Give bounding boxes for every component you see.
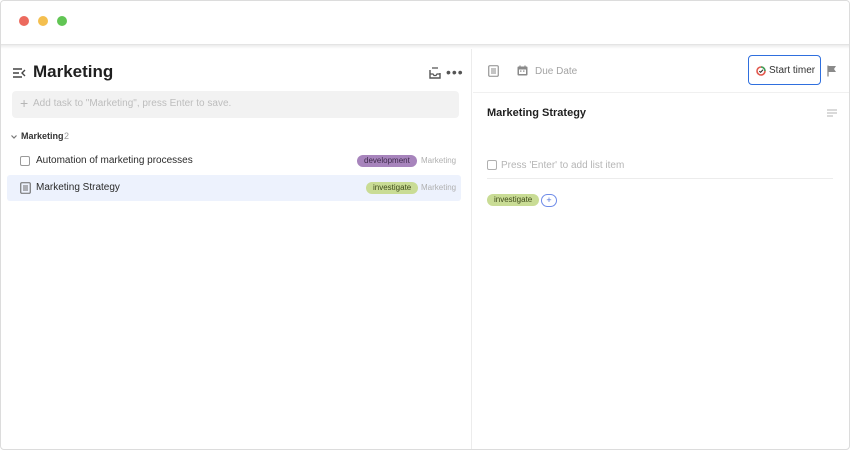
chevron-down-icon[interactable] — [10, 133, 18, 141]
task-row[interactable]: Automation of marketing processes develo… — [7, 148, 461, 174]
start-timer-button[interactable]: Start timer — [748, 55, 821, 85]
close-window-button[interactable] — [19, 16, 29, 26]
checklist-checkbox[interactable] — [487, 160, 497, 170]
task-checkbox[interactable] — [20, 156, 30, 166]
app-window: Marketing ••• + Add task to "Marketing",… — [0, 0, 850, 450]
plus-icon: + — [20, 95, 29, 111]
task-list-name: Marketing — [421, 156, 457, 165]
tag-badge[interactable]: investigate — [487, 194, 540, 206]
sidebar-toggle-icon[interactable] — [12, 67, 26, 79]
add-task-input[interactable]: + Add task to "Marketing", press Enter t… — [12, 91, 459, 118]
maximize-window-button[interactable] — [57, 16, 67, 26]
title-bar — [1, 1, 849, 45]
due-date-button[interactable]: Due Date — [535, 66, 577, 77]
inbox-icon[interactable] — [429, 67, 441, 79]
page-title: Marketing — [33, 62, 114, 81]
minimize-window-button[interactable] — [38, 16, 48, 26]
add-tag-button[interactable]: + — [541, 194, 557, 207]
task-title: Automation of marketing processes — [36, 155, 193, 166]
description-icon[interactable] — [827, 109, 837, 117]
task-row-selected[interactable]: Marketing Strategy investigate Marketing — [7, 175, 461, 201]
note-icon[interactable] — [20, 182, 31, 194]
task-detail-title[interactable]: Marketing Strategy — [487, 107, 586, 119]
start-timer-label: Start timer — [769, 65, 816, 76]
checklist-placeholder: Press 'Enter' to add list item — [501, 160, 625, 171]
add-task-placeholder: Add task to "Marketing", press Enter to … — [33, 98, 232, 109]
task-detail-pane: Due Date Start timer Marketing Strategy … — [473, 49, 849, 449]
tag-badge[interactable]: investigate — [366, 182, 419, 194]
timer-icon — [756, 66, 766, 76]
task-list-pane: Marketing ••• + Add task to "Marketing",… — [1, 49, 472, 449]
checklist-input[interactable]: Press 'Enter' to add list item — [487, 159, 833, 179]
section-name: Marketing — [21, 131, 64, 141]
tag-badge[interactable]: development — [357, 155, 417, 167]
task-title: Marketing Strategy — [36, 182, 120, 193]
calendar-icon[interactable] — [517, 65, 528, 76]
flag-icon[interactable] — [827, 65, 837, 77]
more-icon[interactable]: ••• — [446, 65, 464, 79]
detail-toolbar: Due Date Start timer — [473, 49, 849, 93]
section-count: 2 — [64, 131, 70, 141]
note-icon[interactable] — [488, 65, 499, 77]
list-header: Marketing ••• — [12, 62, 464, 85]
task-list-name: Marketing — [421, 183, 457, 192]
